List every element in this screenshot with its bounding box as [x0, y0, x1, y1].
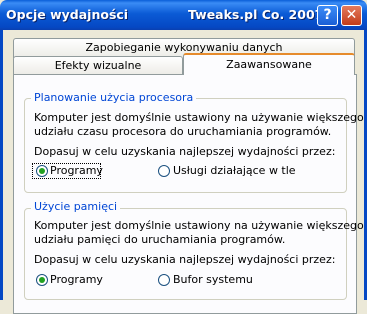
memory-programs-label[interactable]: Programy [50, 273, 103, 287]
processor-programs-radio[interactable] [36, 165, 48, 177]
processor-services-radio[interactable] [158, 165, 170, 177]
title-bar[interactable]: Opcje wydajności Tweaks.pl Co. 2007 ? ✕ [0, 0, 367, 30]
help-button[interactable]: ? [317, 5, 338, 26]
memory-desc-line1: Komputer jest domyślnie ustawiony na uży… [34, 219, 364, 232]
tab-advanced[interactable]: Zaawansowane [183, 53, 355, 75]
memory-cache-label[interactable]: Bufor systemu [173, 273, 253, 287]
memory-group-title: Użycie pamięci [31, 200, 121, 213]
window-title: Opcje wydajności [6, 7, 129, 22]
processor-desc-line2: udziału czasu procesora do uruchamiania … [34, 125, 332, 138]
window-border-left [0, 30, 3, 300]
processor-group-title: Planowanie użycia procesora [31, 91, 197, 104]
processor-programs-label[interactable]: Programy [50, 164, 103, 178]
processor-desc-line1: Komputer jest domyślnie ustawiony na uży… [34, 111, 364, 124]
tab-visual-effects[interactable]: Efekty wizualne [13, 56, 183, 75]
memory-cache-radio[interactable] [158, 274, 170, 286]
memory-programs-radio[interactable] [36, 274, 48, 286]
processor-adjust-label: Dopasuj w celu uzyskania najlepszej wyda… [34, 145, 336, 158]
close-button[interactable]: ✕ [341, 5, 362, 26]
app-title: Tweaks.pl Co. 2007 [188, 7, 324, 22]
memory-adjust-label: Dopasuj w celu uzyskania najlepszej wyda… [34, 253, 336, 266]
memory-desc-line2: udziału pamięci do uruchamiania programó… [34, 233, 286, 246]
processor-services-label[interactable]: Usługi działające w tle [173, 164, 296, 178]
